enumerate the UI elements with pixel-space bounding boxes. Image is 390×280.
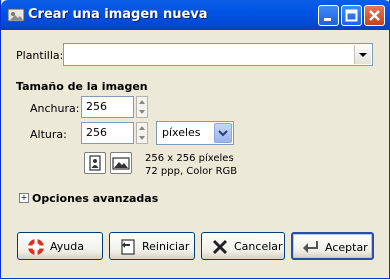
unit-value: píxeles <box>162 126 201 139</box>
maximize-icon <box>345 9 358 22</box>
lifebuoy-icon <box>26 237 46 257</box>
advanced-expander-icon[interactable]: + <box>19 193 29 203</box>
landscape-icon <box>112 157 130 170</box>
dialog-window: Crear una imagen nueva Plantilla: Tamaño… <box>0 0 390 279</box>
arrow-down-icon <box>139 136 145 140</box>
width-increment-button[interactable] <box>137 97 147 107</box>
chevron-down-icon <box>359 53 367 57</box>
ok-button[interactable]: Aceptar <box>291 232 374 260</box>
chevron-down-icon <box>218 130 228 137</box>
cancel-x-icon <box>210 237 230 257</box>
arrow-up-icon <box>139 100 145 104</box>
resolution-info: 72 ppp, Color RGB <box>145 166 238 177</box>
height-label: Altura: <box>30 128 67 141</box>
maximize-button[interactable] <box>341 5 362 26</box>
width-input[interactable]: 256 <box>81 96 134 118</box>
arrow-down-icon <box>139 110 145 114</box>
width-label: Anchura: <box>30 102 80 115</box>
height-increment-button[interactable] <box>137 123 147 133</box>
help-label: Ayuda <box>50 240 84 253</box>
reset-button[interactable]: Reiniciar <box>109 232 195 260</box>
unit-select[interactable]: píxeles <box>156 121 234 145</box>
height-input[interactable]: 256 <box>81 122 134 144</box>
landscape-button[interactable] <box>110 152 132 174</box>
advanced-options-expander[interactable]: Opciones avanzadas <box>32 192 158 205</box>
height-decrement-button[interactable] <box>137 133 147 143</box>
template-combo[interactable] <box>63 43 373 66</box>
close-icon <box>369 10 380 21</box>
cancel-button[interactable]: Cancelar <box>201 232 285 260</box>
portrait-button[interactable] <box>84 152 106 174</box>
width-decrement-button[interactable] <box>137 107 147 117</box>
cancel-label: Cancelar <box>234 240 283 253</box>
gimp-app-icon <box>7 6 25 24</box>
help-button[interactable]: Ayuda <box>17 232 103 260</box>
portrait-icon <box>89 155 101 171</box>
width-spinner[interactable] <box>136 96 148 118</box>
ok-label: Aceptar <box>325 241 368 254</box>
unit-dropdown-button[interactable] <box>214 123 232 143</box>
ok-arrow-icon <box>301 238 321 258</box>
minimize-button[interactable] <box>318 5 339 26</box>
template-label: Plantilla: <box>16 49 64 62</box>
image-size-heading: Tamaño de la imagen <box>16 80 148 93</box>
height-spinner[interactable] <box>136 122 148 144</box>
image-size-info: 256 x 256 píxeles <box>145 153 234 164</box>
title-bar[interactable]: Crear una imagen nueva <box>1 0 390 30</box>
arrow-up-icon <box>139 126 145 130</box>
undo-icon <box>118 237 138 257</box>
window-title: Crear una imagen nueva <box>28 7 208 22</box>
reset-label: Reiniciar <box>142 240 190 253</box>
minimize-icon <box>324 18 331 21</box>
template-dropdown-button[interactable] <box>354 45 371 64</box>
close-button[interactable] <box>364 5 385 26</box>
